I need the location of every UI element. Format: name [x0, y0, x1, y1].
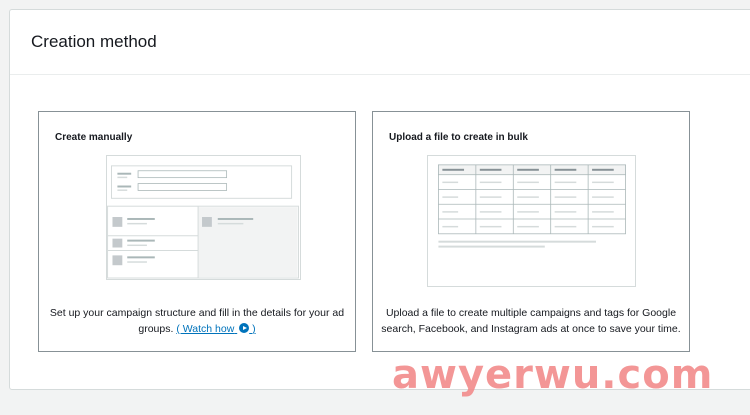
manual-form-illustration	[106, 155, 301, 280]
section-title: Creation method	[31, 32, 157, 51]
watch-how-label: ( Watch how	[176, 323, 235, 335]
bulk-spreadsheet-illustration	[427, 155, 636, 287]
card-description-bulk: Upload a file to create multiple campaig…	[381, 307, 681, 335]
create-manually-card[interactable]: Create manually Set up your campaign str…	[38, 111, 356, 352]
panel-header: Creation method	[10, 10, 750, 75]
upload-bulk-card[interactable]: Upload a file to create in bulk Upload a…	[372, 111, 690, 352]
card-title-manual: Create manually	[55, 132, 133, 143]
top-strip	[0, 0, 750, 9]
play-circle-icon	[239, 323, 250, 333]
watch-how-close: )	[252, 323, 256, 335]
card-description-manual: Set up your campaign structure and fill …	[47, 305, 347, 337]
watch-how-link[interactable]: ( Watch how )	[176, 323, 256, 335]
card-title-bulk: Upload a file to create in bulk	[389, 132, 528, 143]
watermark-text: awyerwu.com	[392, 352, 714, 398]
